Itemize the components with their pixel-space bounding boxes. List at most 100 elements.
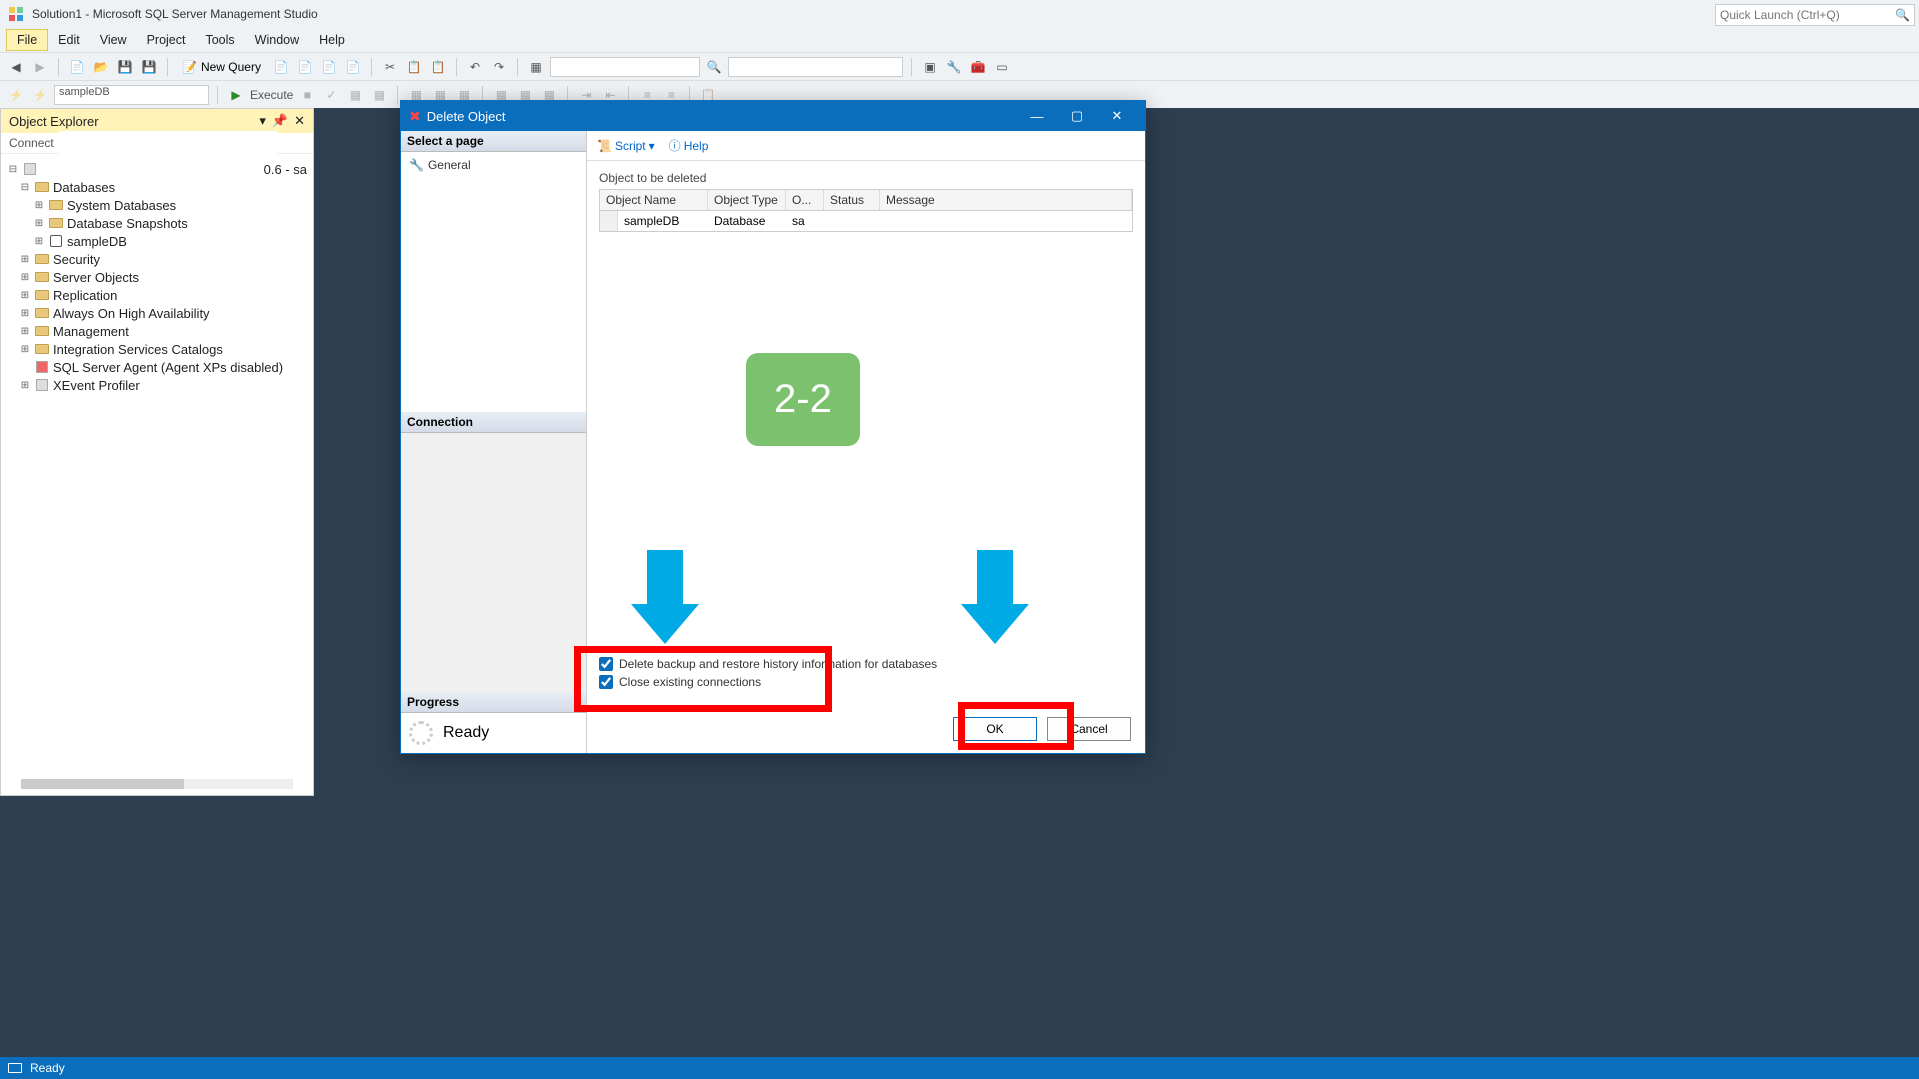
main-area: Object Explorer ▾ 📌 ✕ Connect ⊟ 0.6 - sa… xyxy=(0,108,1919,1057)
save-all-icon[interactable]: 💾 xyxy=(139,57,159,77)
tree-replication[interactable]: ⊞Replication xyxy=(5,286,309,304)
col-owner[interactable]: O... xyxy=(786,190,824,210)
tree-system-databases[interactable]: ⊞System Databases xyxy=(5,196,309,214)
server-suffix: 0.6 - sa xyxy=(264,162,307,177)
minimize-button[interactable]: — xyxy=(1017,101,1057,131)
annotation-highlight-ok xyxy=(958,702,1074,750)
dialog-titlebar[interactable]: ✖ Delete Object — ▢ ✕ xyxy=(401,101,1145,131)
help-button[interactable]: ⓘ Help xyxy=(669,137,709,154)
menu-window[interactable]: Window xyxy=(245,30,309,50)
find-icon[interactable]: 🔍 xyxy=(704,57,724,77)
wrench-icon[interactable]: 🔧 xyxy=(944,57,964,77)
solution-combo[interactable] xyxy=(550,57,700,77)
object-explorer-titlebar: Object Explorer ▾ 📌 ✕ xyxy=(1,109,313,133)
menu-project[interactable]: Project xyxy=(137,30,196,50)
cut-icon[interactable]: ✂ xyxy=(380,57,400,77)
pin-icon[interactable]: 📌 xyxy=(272,113,288,129)
status-bar: Ready xyxy=(0,1057,1919,1079)
dropdown-icon[interactable]: ▾ xyxy=(259,113,266,129)
menu-tools[interactable]: Tools xyxy=(195,30,244,50)
open-icon[interactable]: 📂 xyxy=(91,57,111,77)
new-item-icon[interactable]: 📄 xyxy=(67,57,87,77)
progress-status: Ready xyxy=(443,724,489,742)
tree-security[interactable]: ⊞Security xyxy=(5,250,309,268)
tree-databases[interactable]: ⊟Databases xyxy=(5,178,309,196)
activity-icon[interactable]: ▣ xyxy=(920,57,940,77)
progress-header: Progress xyxy=(401,692,586,713)
statusbar-text: Ready xyxy=(30,1061,65,1075)
separator xyxy=(58,58,59,76)
menu-edit[interactable]: Edit xyxy=(48,30,90,50)
xquery-icon[interactable]: 📄 xyxy=(271,57,291,77)
execute-play-icon[interactable]: ▶ xyxy=(226,85,246,105)
script-button[interactable]: 📜 Script ▾ xyxy=(597,139,655,153)
close-icon[interactable]: ✕ xyxy=(294,113,305,129)
tree-sql-agent[interactable]: SQL Server Agent (Agent XPs disabled) xyxy=(5,358,309,376)
tree-integration[interactable]: ⊞Integration Services Catalogs xyxy=(5,340,309,358)
mdx-icon[interactable]: 📄 xyxy=(295,57,315,77)
nav-back-icon[interactable]: ◀ xyxy=(6,57,26,77)
new-query-button[interactable]: 📝 New Query xyxy=(176,58,267,76)
stop-icon: ■ xyxy=(297,85,317,105)
col-status[interactable]: Status xyxy=(824,190,880,210)
annotation-arrow-left xyxy=(640,550,690,650)
execute-label[interactable]: Execute xyxy=(250,88,293,102)
find-combo[interactable] xyxy=(728,57,903,77)
tree-always-on[interactable]: ⊞Always On High Availability xyxy=(5,304,309,322)
save-icon[interactable]: 💾 xyxy=(115,57,135,77)
separator xyxy=(456,58,457,76)
menu-file[interactable]: File xyxy=(6,29,48,51)
wrench-icon: 🔧 xyxy=(409,158,424,172)
cell-message xyxy=(880,211,1132,231)
toolbar-main: ◀ ▶ 📄 📂 💾 💾 📝 New Query 📄 📄 📄 📄 ✂ 📋 📋 ↶ … xyxy=(0,52,1919,80)
grid-icon[interactable]: ▦ xyxy=(526,57,546,77)
connection-body xyxy=(401,433,586,693)
new-query-label: New Query xyxy=(201,60,261,74)
tree-database-snapshots[interactable]: ⊞Database Snapshots xyxy=(5,214,309,232)
tree-server-objects[interactable]: ⊞Server Objects xyxy=(5,268,309,286)
app-logo-icon xyxy=(8,6,24,22)
tree-sampledb[interactable]: ⊞sampleDB xyxy=(5,232,309,250)
window-title: Solution1 - Microsoft SQL Server Managem… xyxy=(32,7,318,21)
col-object-name[interactable]: Object Name xyxy=(600,190,708,210)
menu-help[interactable]: Help xyxy=(309,30,355,50)
object-explorer-toolbar: Connect xyxy=(1,133,313,154)
copy-icon[interactable]: 📋 xyxy=(404,57,424,77)
grid-header: Object Name Object Type O... Status Mess… xyxy=(600,190,1132,211)
dropdown-icon: ▾ xyxy=(649,139,655,153)
page-general[interactable]: 🔧 General xyxy=(409,156,578,174)
connect-label[interactable]: Connect xyxy=(9,136,54,150)
tree-server-node[interactable]: ⊟ 0.6 - sa xyxy=(5,160,309,178)
disconnect-icon[interactable]: ⚡ xyxy=(30,85,50,105)
annotation-highlight-checkboxes xyxy=(574,646,832,712)
object-grid: Object Name Object Type O... Status Mess… xyxy=(599,189,1133,232)
maximize-button[interactable]: ▢ xyxy=(1057,101,1097,131)
undo-icon[interactable]: ↶ xyxy=(465,57,485,77)
database-combo[interactable]: sampleDB xyxy=(54,85,209,105)
close-button[interactable]: ✕ xyxy=(1097,101,1137,131)
tree-xevent[interactable]: ⊞XEvent Profiler xyxy=(5,376,309,394)
menu-view[interactable]: View xyxy=(90,30,137,50)
search-icon: 🔍 xyxy=(1895,8,1910,22)
separator xyxy=(397,86,398,104)
paste-icon[interactable]: 📋 xyxy=(428,57,448,77)
xmla-icon[interactable]: 📄 xyxy=(343,57,363,77)
script-icon: 📜 xyxy=(597,139,612,153)
toolbox-icon[interactable]: 🧰 xyxy=(968,57,988,77)
quick-launch[interactable]: 🔍 xyxy=(1715,4,1915,26)
connect-icon[interactable]: ⚡ xyxy=(6,85,26,105)
separator xyxy=(217,86,218,104)
delete-icon: ✖ xyxy=(409,108,421,125)
dmx-icon[interactable]: 📄 xyxy=(319,57,339,77)
explorer-scrollbar[interactable] xyxy=(21,779,293,789)
title-bar: Solution1 - Microsoft SQL Server Managem… xyxy=(0,0,1919,28)
col-message[interactable]: Message xyxy=(880,190,1132,210)
window-icon[interactable]: ▭ xyxy=(992,57,1012,77)
cell-name: sampleDB xyxy=(618,211,708,231)
dialog-left-panel: Select a page 🔧 General Connection Progr… xyxy=(401,131,587,753)
col-object-type[interactable]: Object Type xyxy=(708,190,786,210)
quick-launch-input[interactable] xyxy=(1720,8,1895,22)
tree-management[interactable]: ⊞Management xyxy=(5,322,309,340)
redo-icon[interactable]: ↷ xyxy=(489,57,509,77)
grid-row[interactable]: sampleDB Database sa xyxy=(600,211,1132,231)
